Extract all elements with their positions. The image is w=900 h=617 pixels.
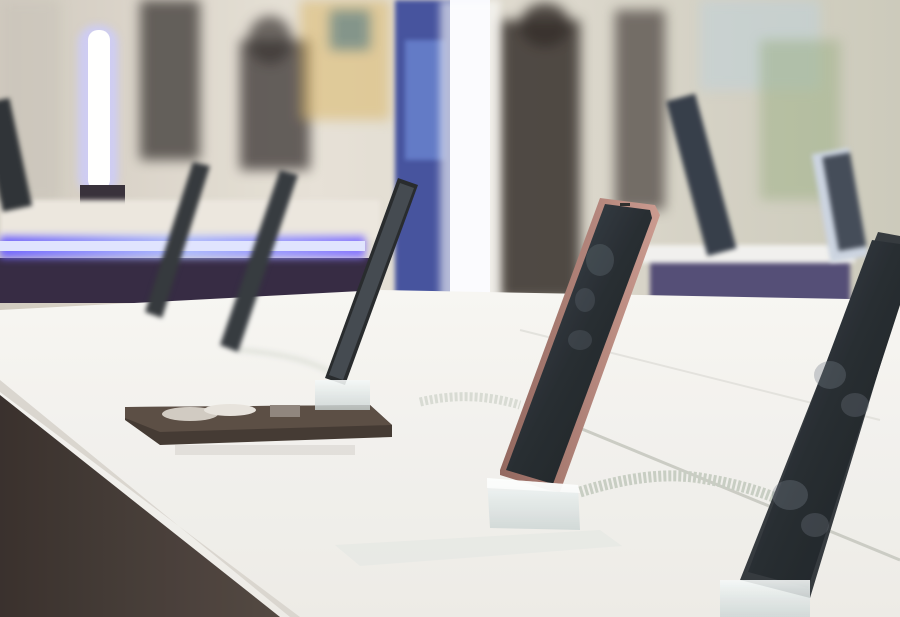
photo-scene [0, 0, 900, 617]
store-display-photo [0, 0, 900, 617]
